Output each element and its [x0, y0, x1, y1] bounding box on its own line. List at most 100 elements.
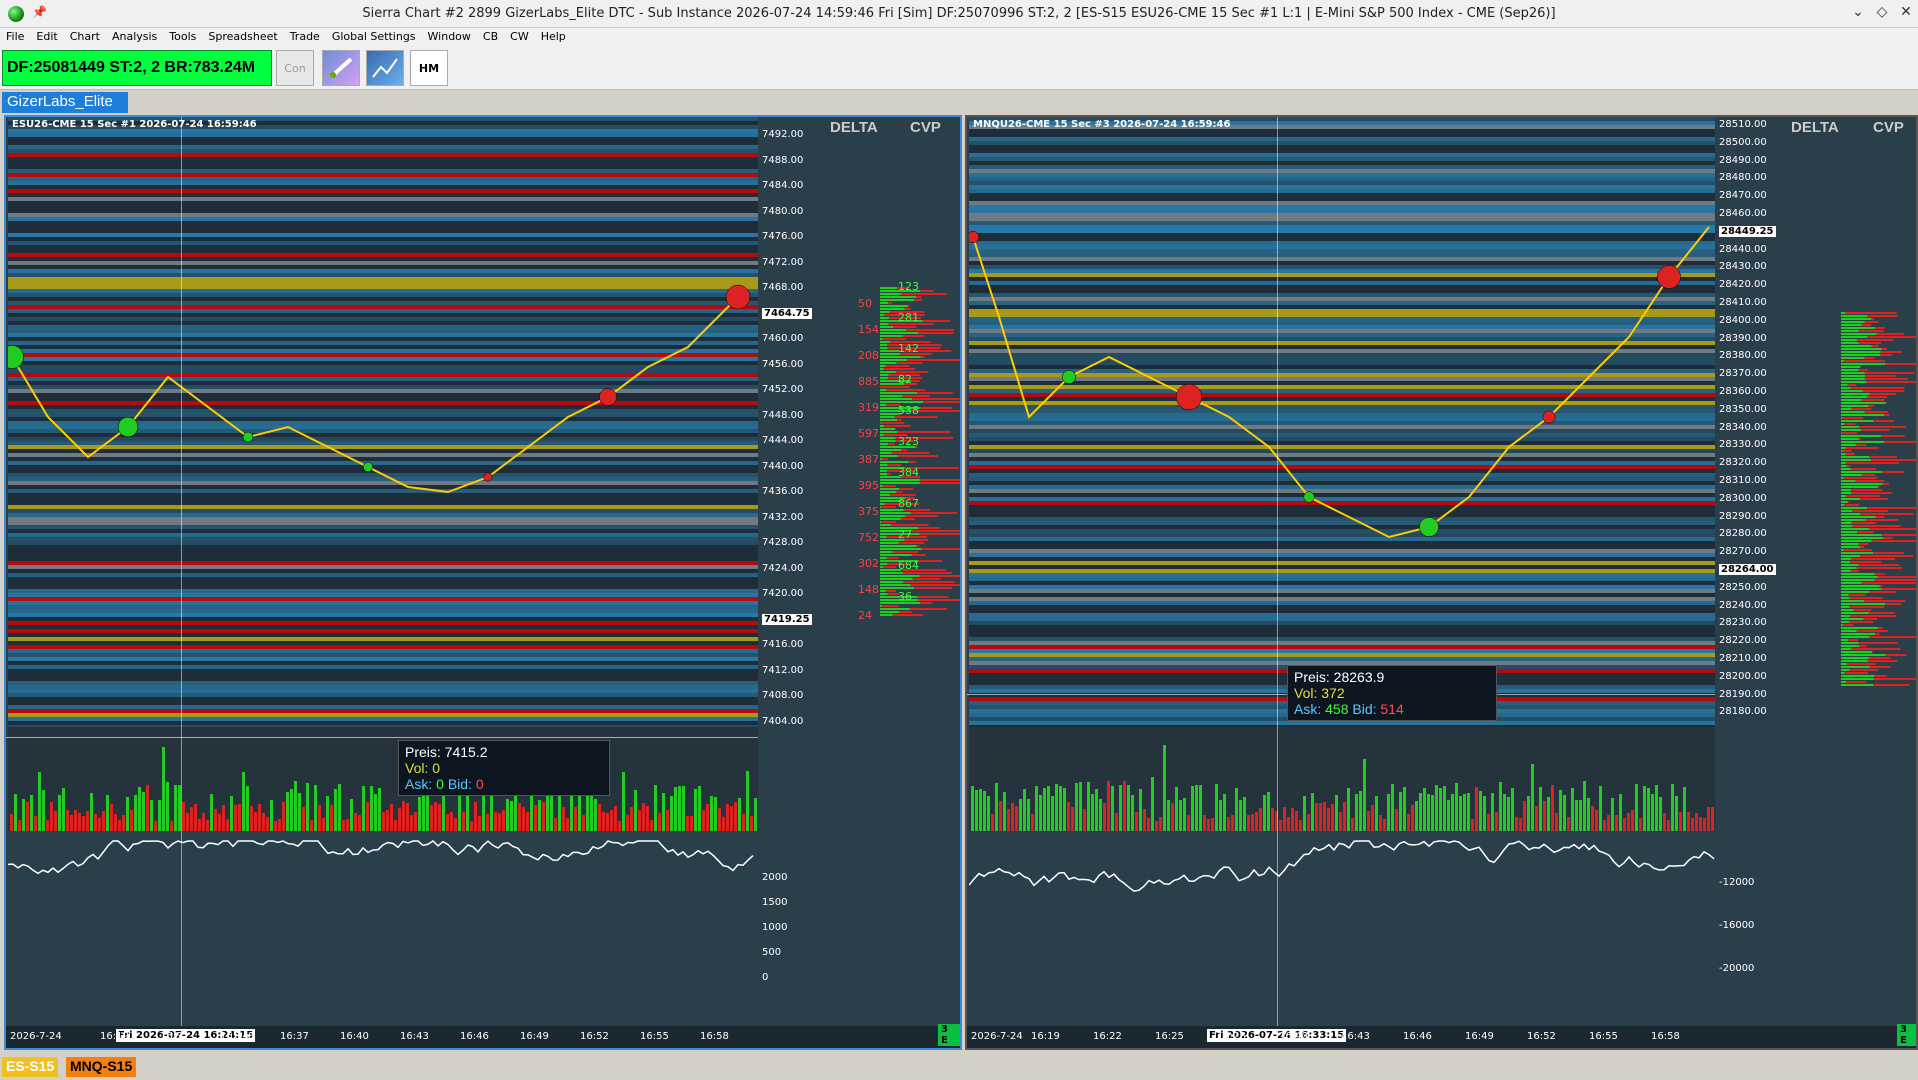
price-tick: 28360.00: [1719, 386, 1767, 397]
heatmap-plot-right[interactable]: [969, 117, 1715, 727]
tooltip-ask-label: Ask:: [1294, 701, 1322, 717]
chart-tab-mnq[interactable]: MNQ-S15: [66, 1057, 137, 1077]
chart-header-right: MNQU26-CME 15 Sec #3 2026-07-24 16:59:46: [973, 119, 1231, 130]
time-tick: 16:19: [100, 1031, 129, 1042]
price-tick: 7492.00: [762, 129, 804, 140]
time-tick: 16:55: [1589, 1031, 1618, 1042]
delta-value: 50: [858, 297, 872, 310]
price-tick: 28370.00: [1719, 368, 1767, 380]
time-tick: 16:46: [1403, 1031, 1432, 1042]
menu-analysis[interactable]: Analysis: [106, 28, 163, 43]
indicator-tick: 1000: [762, 922, 788, 933]
indicator-plot-right[interactable]: [969, 831, 1715, 1029]
chart-pane-right[interactable]: MNQU26-CME 15 Sec #3 2026-07-24 16:59:46…: [965, 115, 1918, 1050]
price-tick: 7452.00: [762, 384, 804, 395]
price-tick: 7416.00: [762, 639, 804, 650]
price-tick: 28490.00: [1719, 154, 1767, 166]
chart-tab-es[interactable]: ES-S15: [2, 1057, 59, 1077]
cumulative-delta-line-right: [969, 840, 1715, 892]
indicator-tick: 2000: [762, 872, 788, 883]
delta-value: 597: [858, 427, 879, 440]
price-tick: 28190.00: [1719, 688, 1767, 700]
heatmap-plot-left[interactable]: [8, 117, 758, 727]
price-tick: 28420.00: [1719, 279, 1767, 291]
menu-tools[interactable]: Tools: [163, 28, 202, 43]
time-tick: 16:31: [160, 1031, 189, 1042]
menu-window[interactable]: Window: [422, 28, 477, 43]
chart-header-left: ESU26-CME 15 Sec #1 2026-07-24 16:59:46: [12, 119, 257, 130]
menu-spreadsheet[interactable]: Spreadsheet: [202, 28, 283, 43]
cvp-profile-right: [1841, 312, 1916, 686]
tooltip-bid-label: Bid:: [1352, 701, 1377, 717]
cumulative-delta-line-left: [8, 840, 754, 875]
price-tick: 7488.00: [762, 154, 804, 166]
time-tick: 16:40: [340, 1031, 369, 1042]
delta-value: 281: [898, 311, 919, 324]
cursor-date-tail-left: 8: [248, 1031, 255, 1042]
time-tick: 16:46: [460, 1031, 489, 1042]
restore-icon[interactable]: ◇: [1872, 4, 1892, 20]
chartbook-tab[interactable]: GizerLabs_Elite: [2, 92, 128, 113]
price-tick: 28330.00: [1719, 439, 1767, 451]
price-tick: 28180.00: [1719, 706, 1767, 718]
tooltip-vol: 372: [1321, 685, 1345, 701]
price-axis-right[interactable]: 28510.00 28500.00 28490.00 28480.00 28470.00…: [1715, 117, 1787, 1029]
volume-plot-right[interactable]: [969, 727, 1715, 831]
price-tick: 7420.00: [762, 588, 804, 599]
delta-value: 24: [858, 609, 872, 622]
delta-value: 384: [898, 466, 919, 479]
price-tick: 28310.00: [1719, 475, 1767, 486]
connect-button[interactable]: Con: [276, 50, 314, 86]
price-axis-left[interactable]: 7492.00 7488.00 7484.00 7480.00 7476.00 7472.…: [758, 117, 818, 1029]
delta-value: 82: [898, 373, 912, 386]
drawing-tool-icon[interactable]: [322, 50, 360, 86]
badge-3e-left: 3 E: [938, 1024, 960, 1046]
title-bar: 📌 Sierra Chart #2 2899 GizerLabs_Elite D…: [0, 0, 1918, 28]
volume-plot-left[interactable]: [8, 727, 758, 831]
price-tick: 28220.00: [1719, 635, 1767, 647]
time-tick: 16:22: [1093, 1031, 1122, 1042]
time-tick: 16:52: [580, 1031, 609, 1042]
price-tick: 28300.00: [1719, 492, 1767, 504]
close-icon[interactable]: ✕: [1896, 4, 1916, 20]
delta-value: 302: [858, 557, 879, 570]
tooltip-bid: 0: [475, 776, 484, 792]
price-tick: 7408.00: [762, 690, 804, 701]
chart-tool-icon[interactable]: [366, 50, 404, 86]
crosshair-horizontal-left: [6, 737, 758, 738]
heatmap-button[interactable]: HM: [410, 50, 448, 86]
time-tick: 16:49: [1465, 1031, 1494, 1042]
delta-value: 684: [898, 559, 919, 572]
menu-trade[interactable]: Trade: [284, 28, 326, 43]
time-tick: 16:55: [640, 1031, 669, 1042]
indicator-tick: 500: [762, 947, 782, 958]
price-tick: 28390.00: [1719, 332, 1767, 344]
time-axis-right[interactable]: 2026-7-24 Fri 2026-07-24 16:33:15 7 3 E …: [967, 1024, 1916, 1048]
time-tick: 16:34: [220, 1031, 249, 1042]
price-tick: 28480.00: [1719, 172, 1767, 184]
menu-cb[interactable]: CB: [477, 28, 504, 43]
badge-3e-right: 3 E: [1897, 1024, 1916, 1046]
price-tick: 7412.00: [762, 664, 804, 676]
menu-edit[interactable]: Edit: [30, 28, 63, 43]
price-tick: 28280.00: [1719, 528, 1767, 540]
indicator-tick: 1500: [762, 897, 788, 908]
price-tick: 7440.00: [762, 460, 804, 472]
delta-value: 538: [898, 404, 919, 417]
price-tick: 28210.00: [1719, 653, 1767, 664]
price-tick: 7468.00: [762, 282, 804, 293]
delta-value: 885: [858, 375, 879, 388]
indicator-plot-left[interactable]: [8, 831, 758, 1029]
menu-cw[interactable]: CW: [504, 28, 535, 43]
delta-value: 36: [898, 590, 912, 603]
menu-file[interactable]: File: [0, 28, 30, 43]
chart-pane-left[interactable]: ESU26-CME 15 Sec #1 2026-07-24 16:59:46 …: [4, 115, 962, 1050]
delta-cvp-panel-left: DELTA CVP 123 281 142 82 538 323 384 867 27 684 36…: [818, 117, 960, 1029]
menu-help[interactable]: Help: [535, 28, 572, 43]
minimize-icon[interactable]: ⌄: [1848, 4, 1868, 20]
time-axis-left[interactable]: 2026-7-24 Fri 2026-07-24 16:24:15 8 3 E …: [6, 1024, 960, 1048]
price-tick: 28340.00: [1719, 421, 1767, 433]
menu-chart[interactable]: Chart: [64, 28, 106, 43]
df-status-box[interactable]: DF:25081449 ST:2, 2 BR:783.24M: [2, 50, 272, 86]
menu-global-settings[interactable]: Global Settings: [326, 28, 422, 43]
